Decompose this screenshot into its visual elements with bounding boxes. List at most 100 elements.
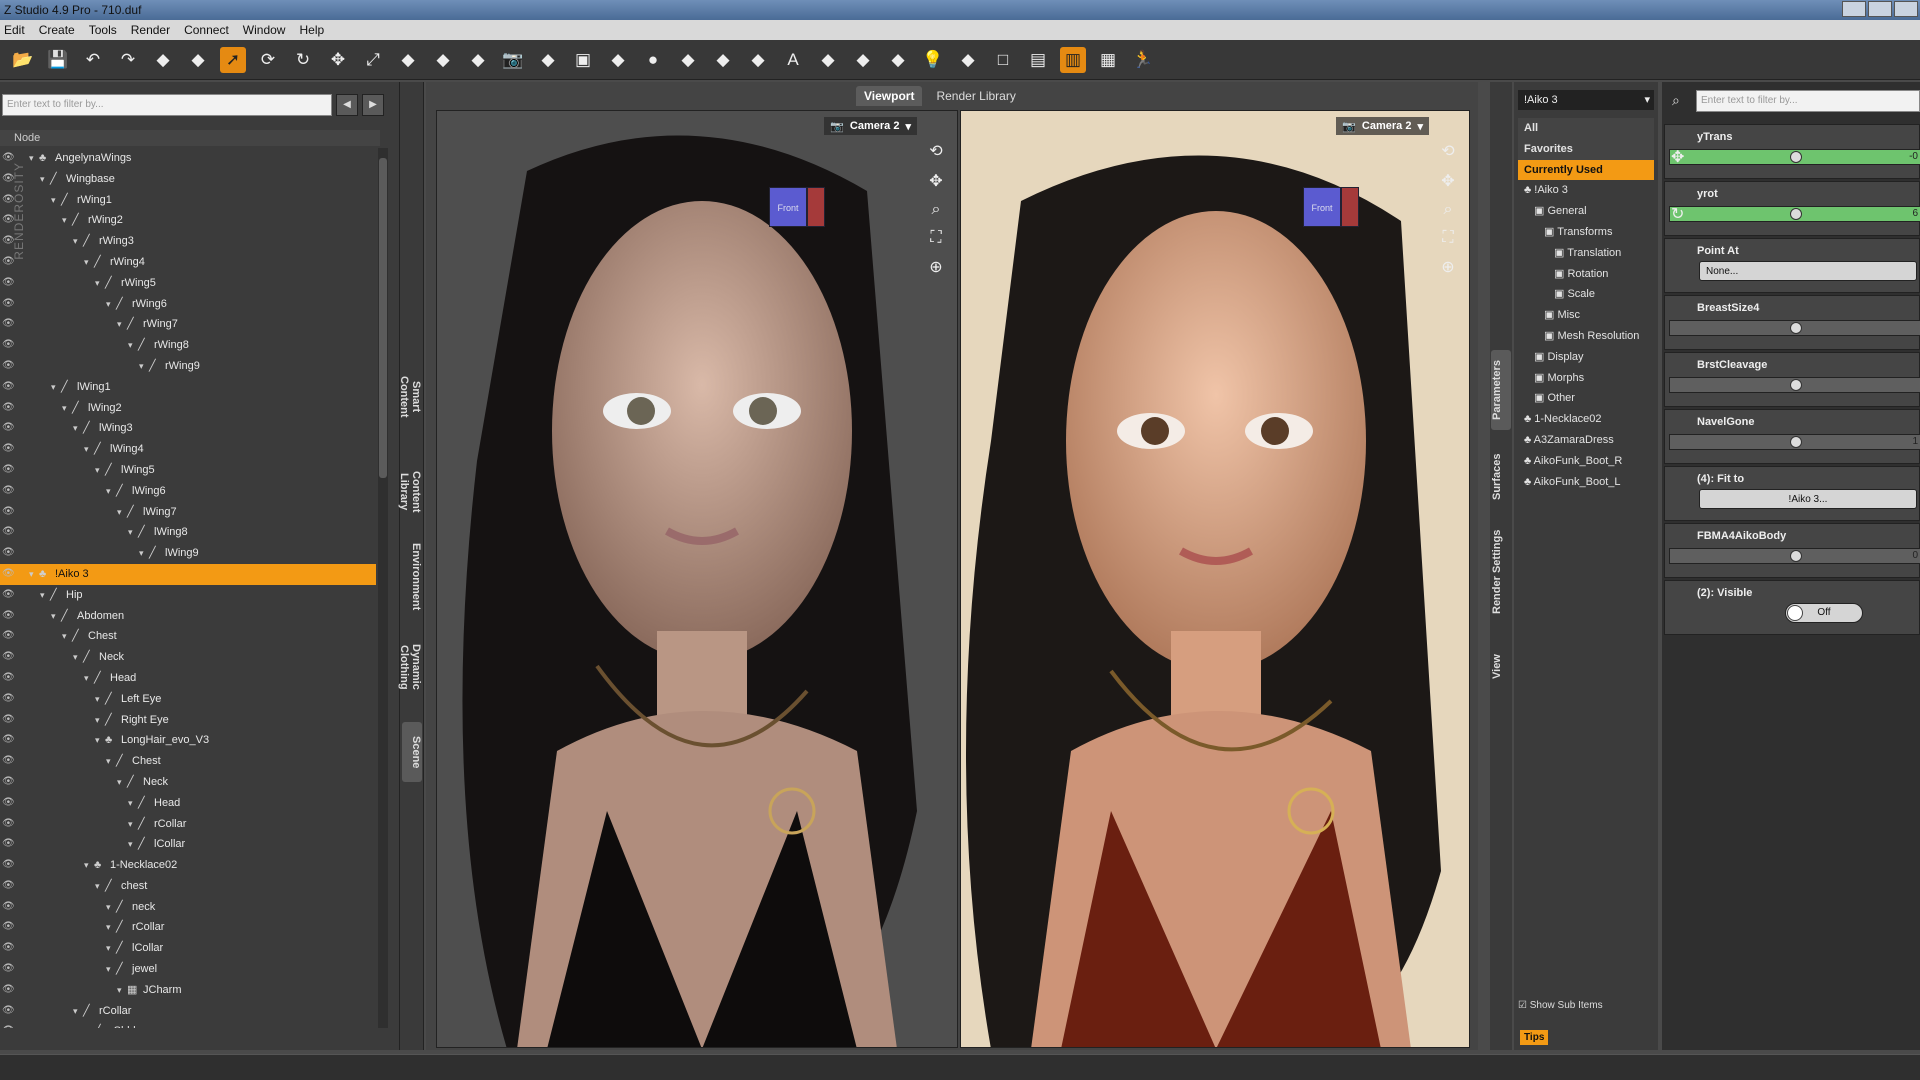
tab-render-settings[interactable]: Render Settings [1491,522,1511,622]
layout-single-icon[interactable]: □ [990,47,1016,73]
scene-tree-item[interactable]: 👁 ▾ ╱ Chest [0,751,376,772]
property-group-item[interactable]: ♣ A3ZamaraDress [1518,430,1654,451]
visibility-eye-icon[interactable]: 👁 [2,543,15,564]
visibility-eye-icon[interactable]: 👁 [2,294,15,315]
morph-icon[interactable]: ◆ [850,47,876,73]
scene-tree-item[interactable]: 👁 ▾ ╱ lWing9 [0,543,376,564]
scene-tree-item[interactable]: 👁 ▾ ╱ rWing3 [0,231,376,252]
frame-icon[interactable]: ⛶ [1437,229,1459,247]
visibility-eye-icon[interactable]: 👁 [2,980,15,1001]
scene-scrollbar[interactable] [378,148,388,1028]
layout-split-icon[interactable]: ▤ [1025,47,1051,73]
expand-arrow-icon[interactable]: ▾ [40,585,50,606]
menu-item-edit[interactable]: Edit [4,20,25,40]
expand-arrow-icon[interactable]: ▾ [128,793,138,814]
copy-icon[interactable]: ◆ [430,47,456,73]
expand-arrow-icon[interactable]: ▾ [84,439,94,460]
viewport-render[interactable]: 📷 Camera 2 ▾ Front ⟲ ✥ ⌕ ⛶ ⊕ [960,110,1470,1048]
expand-arrow-icon[interactable]: ▾ [106,481,116,502]
scene-tree-item[interactable]: 👁 ▾ ╱ chest [0,876,376,897]
property-group-item[interactable]: Favorites [1518,138,1654,160]
expand-arrow-icon[interactable]: ▾ [95,730,105,751]
close-button[interactable] [1894,1,1918,17]
tab-scene[interactable]: Scene [402,722,422,782]
scene-tree-item[interactable]: 👁 ▾ ╱ rWing9 [0,356,376,377]
camera-icon[interactable]: 📷 [500,47,526,73]
expand-arrow-icon[interactable]: ▾ [62,210,72,231]
scale-icon[interactable]: ⤢ [360,47,386,73]
layout-quad-icon[interactable]: ▦ [1095,47,1121,73]
scene-tree-item[interactable]: 👁 ▾ ╱ Chest [0,626,376,647]
tab-dynamic-clothing[interactable]: Dynamic Clothing [398,622,422,712]
parameter-slider[interactable] [1669,320,1920,336]
scene-tree-item[interactable]: 👁 ▾ ╱ Right Eye [0,710,376,731]
menu-item-help[interactable]: Help [299,20,324,40]
menu-item-window[interactable]: Window [243,20,286,40]
frame-icon[interactable]: ⛶ [925,229,947,247]
slider-knob[interactable] [1790,208,1802,220]
tab-parameters[interactable]: Parameters [1491,350,1511,430]
parameter-button[interactable]: None... [1699,261,1917,281]
view-cube-front[interactable]: Front [769,187,807,227]
render-camera-selector[interactable]: 📷 Camera 2 ▾ [1336,117,1429,135]
visibility-eye-icon[interactable]: 👁 [2,730,15,751]
paste-icon[interactable]: ◆ [465,47,491,73]
scene-tree-item[interactable]: 👁 ▾ ╱ rWing2 [0,210,376,231]
slider-knob[interactable] [1790,550,1802,562]
parameter-button[interactable]: !Aiko 3... [1699,489,1917,509]
scene-tree-item[interactable]: 👁 ▾ ╱ Wingbase [0,169,376,190]
scene-filter-input[interactable]: Enter text to filter by... [2,94,332,116]
visibility-eye-icon[interactable]: 👁 [2,460,15,481]
visibility-eye-icon[interactable]: 👁 [2,793,15,814]
tab-viewport[interactable]: Viewport [856,86,923,106]
scene-tree-item[interactable]: 👁 ▾ ╱ rWing8 [0,335,376,356]
viewport-preview[interactable]: 📷 Camera 2 ▾ Front ⟲ ✥ ⌕ ⛶ ⊕ [436,110,958,1048]
camera-add-icon[interactable]: ◆ [535,47,561,73]
scene-tree-item[interactable]: 👁 ▾ ╱ lWing5 [0,460,376,481]
property-group-item[interactable]: ▣ Other [1518,388,1654,409]
slider-knob[interactable] [1790,322,1802,334]
property-group-item[interactable]: ▣ General [1518,201,1654,222]
pan-icon[interactable]: ✥ [1437,171,1459,191]
property-group-item[interactable]: ▣ Transforms [1518,222,1654,243]
expand-arrow-icon[interactable]: ▾ [95,273,105,294]
menu-item-tools[interactable]: Tools [89,20,117,40]
visibility-eye-icon[interactable]: 👁 [2,564,15,585]
visibility-eye-icon[interactable]: 👁 [2,647,15,668]
scroll-thumb[interactable] [379,158,387,478]
expand-arrow-icon[interactable]: ▾ [62,398,72,419]
scene-tree-item[interactable]: 👁 ▾ ╱ Head [0,668,376,689]
expand-arrow-icon[interactable]: ▾ [128,814,138,835]
expand-arrow-icon[interactable]: ▾ [73,418,83,439]
orbit-icon[interactable]: ⟳ [255,47,281,73]
visibility-eye-icon[interactable]: 👁 [2,626,15,647]
expand-arrow-icon[interactable]: ▾ [106,897,116,918]
visibility-eye-icon[interactable]: 👁 [2,917,15,938]
scene-tree-item[interactable]: 👁 ▾ ╱ lWing8 [0,522,376,543]
visibility-eye-icon[interactable]: 👁 [2,522,15,543]
visibility-eye-icon[interactable]: 👁 [2,897,15,918]
property-group-item[interactable]: ▣ Translation [1518,243,1654,264]
property-group-item[interactable]: Currently Used [1518,159,1654,181]
expand-arrow-icon[interactable]: ▾ [84,252,94,273]
expand-arrow-icon[interactable]: ▾ [51,190,61,211]
tab-view[interactable]: View [1491,642,1511,692]
figure-icon[interactable]: ◆ [710,47,736,73]
scene-tree-item[interactable]: 👁 ▾ ╱ Neck [0,772,376,793]
scene-tree-item[interactable]: 👁 ▾ ╱ Neck [0,647,376,668]
scene-tree-item[interactable]: 👁 ▾ ╱ rWing7 [0,314,376,335]
reset-view-icon[interactable]: ⊕ [1437,257,1459,277]
select-arrow-icon[interactable]: ➚ [220,46,246,73]
expand-arrow-icon[interactable]: ▾ [84,668,94,689]
sphere-icon[interactable]: ● [640,47,666,73]
visibility-eye-icon[interactable]: 👁 [2,335,15,356]
run-icon[interactable]: 🏃 [1130,47,1156,73]
expand-arrow-icon[interactable]: ▾ [40,169,50,190]
expand-arrow-icon[interactable]: ▾ [128,834,138,855]
expand-arrow-icon[interactable]: ▾ [95,876,105,897]
render-icon[interactable]: ▣ [570,47,596,73]
visibility-eye-icon[interactable]: 👁 [2,377,15,398]
rotate-icon[interactable]: ↻ [290,47,316,73]
visibility-eye-icon[interactable]: 👁 [2,502,15,523]
scene-tree-item[interactable]: 👁 ▾ ╱ rWing4 [0,252,376,273]
